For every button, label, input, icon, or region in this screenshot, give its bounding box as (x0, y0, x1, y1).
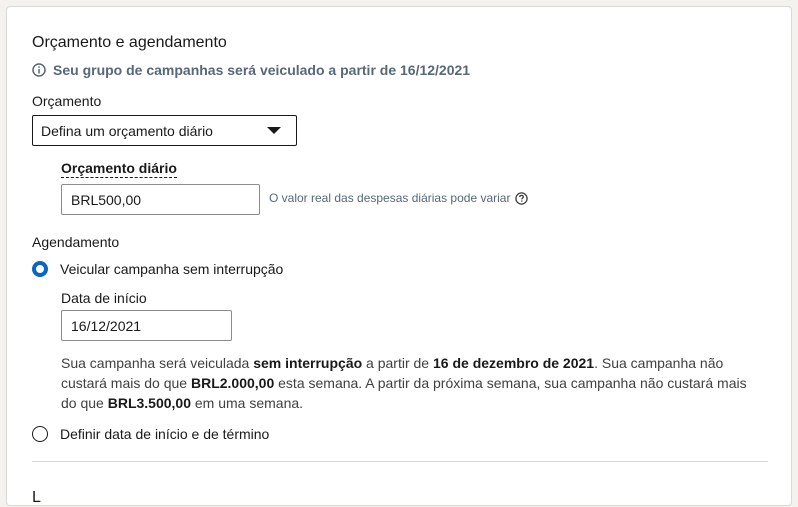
start-date-label: Data de início (61, 290, 147, 306)
daily-spend-hint-text: O valor real das despesas diárias pode v… (269, 191, 511, 205)
question-circle-icon[interactable] (515, 191, 529, 205)
start-info-text: Seu grupo de campanhas será veiculado a … (53, 62, 471, 78)
schedule-description: Sua campanha será veiculada sem interrup… (61, 353, 761, 413)
next-section-title-partial: L (32, 489, 41, 506)
desc-text-5: em uma semana. (191, 395, 304, 411)
radio-selected-icon[interactable] (32, 261, 48, 277)
budget-label: Orçamento (32, 93, 102, 109)
radio-date-range[interactable]: Definir data de início e de término (32, 426, 269, 442)
section-title: Orçamento e agendamento (32, 34, 227, 51)
radio-unselected-icon[interactable] (32, 426, 48, 442)
budget-type-select[interactable]: Defina um orçamento diário (32, 115, 297, 146)
desc-text-1: Sua campanha será veiculada (61, 355, 254, 371)
desc-bold-4: BRL3.500,00 (107, 395, 191, 411)
budget-schedule-card: Orçamento e agendamento Seu grupo de cam… (6, 6, 792, 506)
desc-bold-1: sem interrupção (253, 355, 363, 371)
radio-continuous-campaign[interactable]: Veicular campanha sem interrupção (32, 261, 283, 277)
caret-down-icon (267, 127, 281, 134)
daily-budget-label[interactable]: Orçamento diário (61, 160, 177, 178)
radio-continuous-label: Veicular campanha sem interrupção (60, 261, 284, 277)
start-info-message: Seu grupo de campanhas será veiculado a … (32, 62, 470, 78)
desc-bold-2: 16 de dezembro de 2021 (433, 355, 595, 371)
section-divider (32, 461, 768, 462)
radio-date-range-label: Definir data de início e de término (60, 426, 270, 442)
budget-type-select-value: Defina um orçamento diário (41, 122, 213, 139)
schedule-label: Agendamento (32, 234, 120, 250)
info-circle-icon (32, 63, 46, 77)
daily-budget-input[interactable]: BRL500,00 (61, 184, 260, 215)
daily-spend-hint: O valor real das despesas diárias pode v… (269, 191, 529, 205)
desc-text-2: a partir de (362, 355, 433, 371)
start-date-input[interactable]: 16/12/2021 (61, 310, 232, 341)
desc-bold-3: BRL2.000,00 (190, 375, 275, 391)
